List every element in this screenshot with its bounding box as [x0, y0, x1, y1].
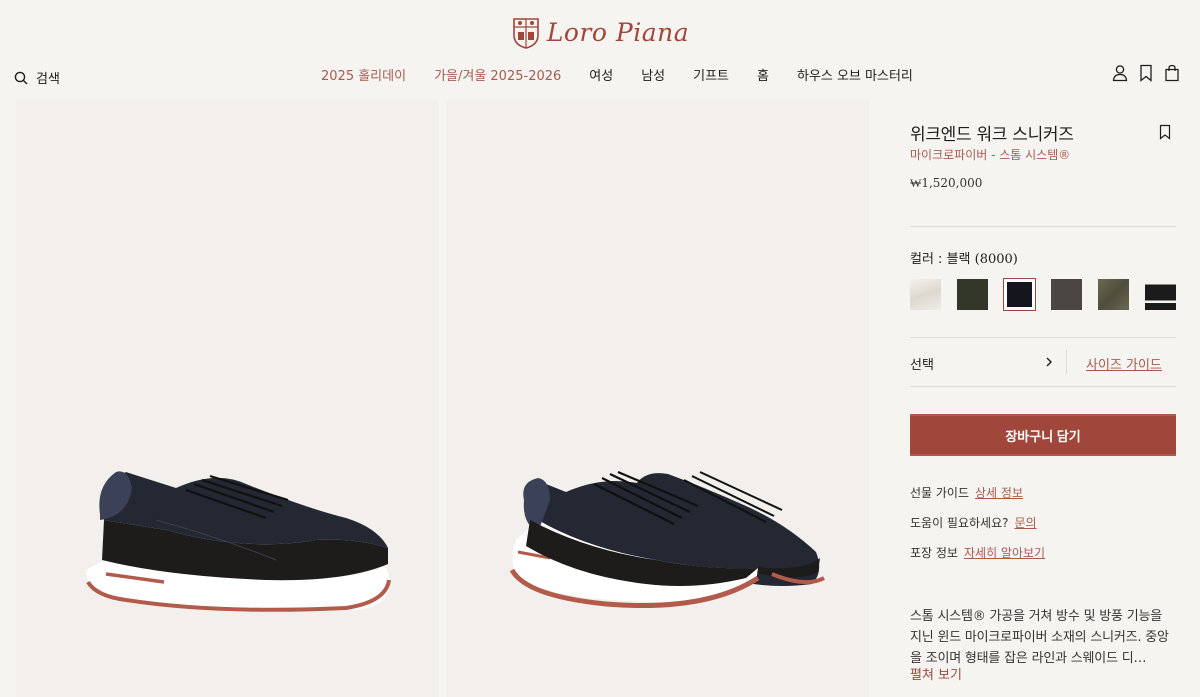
nav-item-holiday[interactable]: 2025 홀리데이 — [307, 68, 420, 86]
sneaker-side-image — [86, 471, 391, 612]
color-swatches — [910, 278, 1176, 311]
shopping-bag-icon — [1165, 64, 1179, 82]
account-button[interactable] — [1112, 64, 1128, 82]
separator — [1066, 350, 1067, 374]
product-wishlist-button[interactable] — [1158, 124, 1172, 140]
nav-item-house-of-mastery[interactable]: 하우스 오브 마스터리 — [783, 68, 927, 86]
nav-item-fall-winter[interactable]: 가을/겨울 2025-2026 — [420, 68, 575, 86]
nav-item-gifts[interactable]: 기프트 — [679, 68, 743, 86]
swatch-olive[interactable] — [1098, 279, 1129, 310]
contact-link[interactable]: 문의 — [1015, 516, 1037, 530]
product-price: ₩1,520,000 — [910, 176, 983, 190]
search-label: 검색 — [36, 72, 60, 87]
wishlist-button[interactable] — [1138, 64, 1154, 82]
gift-guide-label: 선물 가이드 — [910, 486, 970, 500]
nav-item-home[interactable]: 홈 — [743, 68, 783, 86]
swatch-white[interactable] — [910, 279, 941, 310]
product-title: 위크엔드 워크 스니커즈 — [910, 125, 1074, 145]
swatch-fill — [1098, 279, 1129, 310]
read-more-link[interactable]: 펼쳐 보기 — [910, 664, 962, 683]
nav-item-men[interactable]: 남성 — [627, 68, 679, 86]
swatch-black-white[interactable] — [1145, 279, 1176, 310]
size-select-row: 선택 사이즈 가이드 — [910, 350, 1176, 374]
color-name: 컬러 : 블랙 — [910, 252, 971, 267]
divider — [910, 226, 1176, 227]
brand-name: Loro Piana — [546, 17, 690, 47]
brand-logo[interactable]: Loro Piana — [0, 12, 1200, 52]
help-label: 도움이 필요하세요? — [910, 516, 1009, 530]
swatch-fill — [1007, 282, 1032, 307]
add-to-cart-button[interactable]: 장바구니 담기 — [910, 414, 1176, 456]
search-button[interactable]: 검색 — [14, 68, 60, 87]
gift-guide-line: 선물 가이드 상세 정보 — [910, 484, 1023, 501]
product-description: 스톰 시스템® 가공을 거쳐 방수 및 방풍 기능을 지닌 윈드 마이크로파이버… — [910, 609, 1169, 666]
product-material: 마이크로파이버 - 스톰 시스템® — [910, 148, 1071, 162]
divider — [910, 337, 1176, 338]
swatch-fill — [957, 279, 988, 310]
gift-guide-link[interactable]: 상세 정보 — [975, 486, 1023, 500]
product-image-pair[interactable] — [446, 100, 869, 697]
main-nav: 2025 홀리데이 가을/겨울 2025-2026 여성 남성 기프트 홈 하우… — [307, 68, 927, 86]
swatch-black-selected[interactable] — [1003, 278, 1036, 311]
color-label: 컬러 : 블랙 (8000) — [910, 248, 1018, 267]
size-select[interactable]: 선택 — [910, 354, 934, 373]
divider — [910, 386, 1176, 387]
packaging-link[interactable]: 자세히 알아보기 — [964, 546, 1045, 560]
swatch-brown-grey[interactable] — [1051, 279, 1082, 310]
size-guide-link[interactable]: 사이즈 가이드 — [1086, 354, 1162, 373]
bookmark-icon — [1140, 64, 1152, 82]
packaging-line: 포장 정보 자세히 알아보기 — [910, 544, 1045, 561]
utility-icons — [1112, 64, 1180, 82]
search-icon — [14, 71, 28, 84]
nav-item-women[interactable]: 여성 — [575, 68, 627, 86]
sneaker-pair-image — [509, 470, 825, 608]
swatch-fill — [1145, 279, 1176, 310]
color-code: (8000) — [974, 252, 1018, 267]
swatch-fill — [910, 279, 941, 310]
packaging-label: 포장 정보 — [910, 546, 958, 560]
swatch-fill — [1051, 279, 1082, 310]
product-image-side[interactable] — [16, 100, 439, 697]
help-line: 도움이 필요하세요? 문의 — [910, 514, 1037, 531]
bookmark-icon — [1159, 124, 1171, 140]
cart-icon-button[interactable] — [1164, 64, 1180, 82]
swatch-dark-green[interactable] — [957, 279, 988, 310]
crest-icon — [513, 18, 539, 49]
chevron-right-icon[interactable] — [1044, 357, 1054, 367]
user-icon — [1112, 65, 1128, 82]
